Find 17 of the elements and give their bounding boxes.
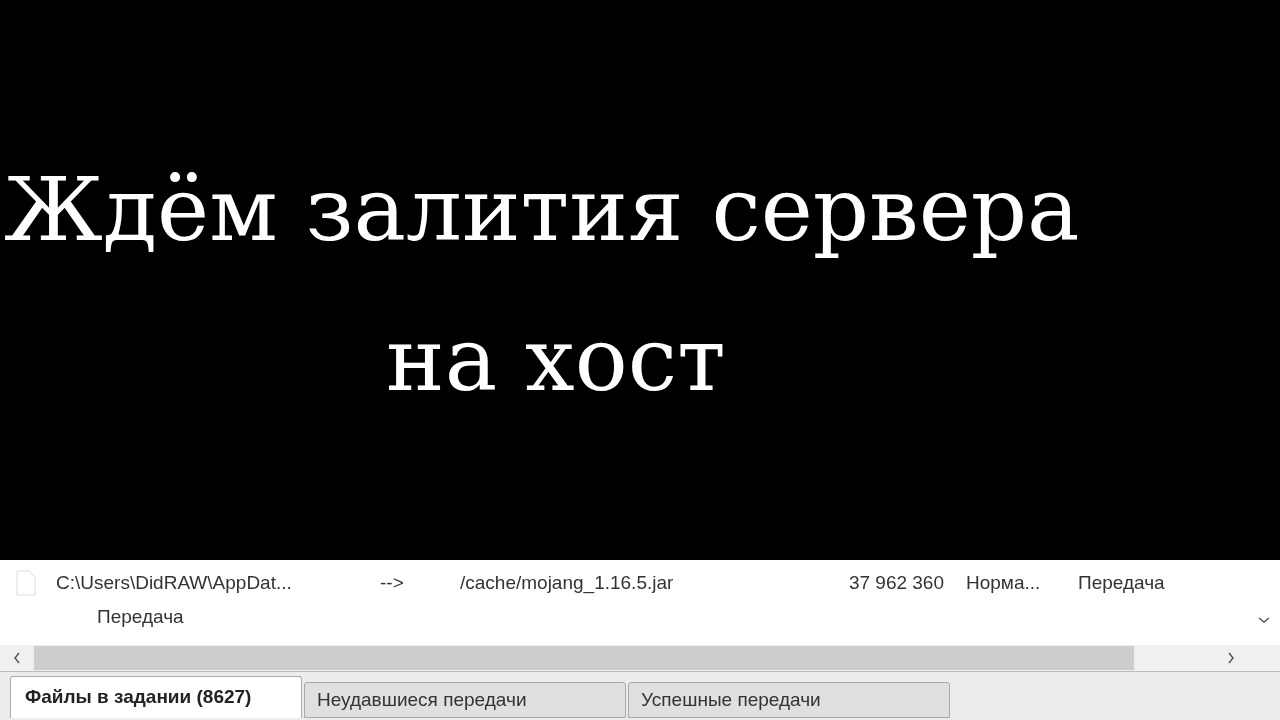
table-cell-text: -->	[380, 570, 405, 595]
table-cell-text: /cache/mojang_1.16.5.jar	[460, 570, 675, 596]
file-icon	[16, 570, 36, 596]
caption-text: на хост	[386, 310, 726, 410]
table-cell-text: 37 962 360	[847, 570, 944, 595]
table-cell-text: Норма...	[966, 570, 1042, 595]
scrollbar-thumb[interactable]	[34, 646, 1134, 670]
tab[interactable]: Успешные передачи	[628, 682, 950, 718]
down-chevron-icon	[1258, 616, 1270, 624]
transfer-status: Передача	[97, 604, 184, 629]
tab[interactable]: Файлы в задании (8627)	[10, 676, 302, 718]
right-chevron-icon	[1227, 652, 1235, 664]
table-cell-text: C:\Users\DidRAW\AppDat...	[56, 570, 293, 595]
table-cell-text: Передача	[1078, 570, 1166, 595]
left-chevron-icon	[13, 652, 21, 664]
caption-text: Ждём залития сервера	[4, 160, 1080, 263]
tab[interactable]: Неудавшиеся передачи	[304, 682, 626, 718]
